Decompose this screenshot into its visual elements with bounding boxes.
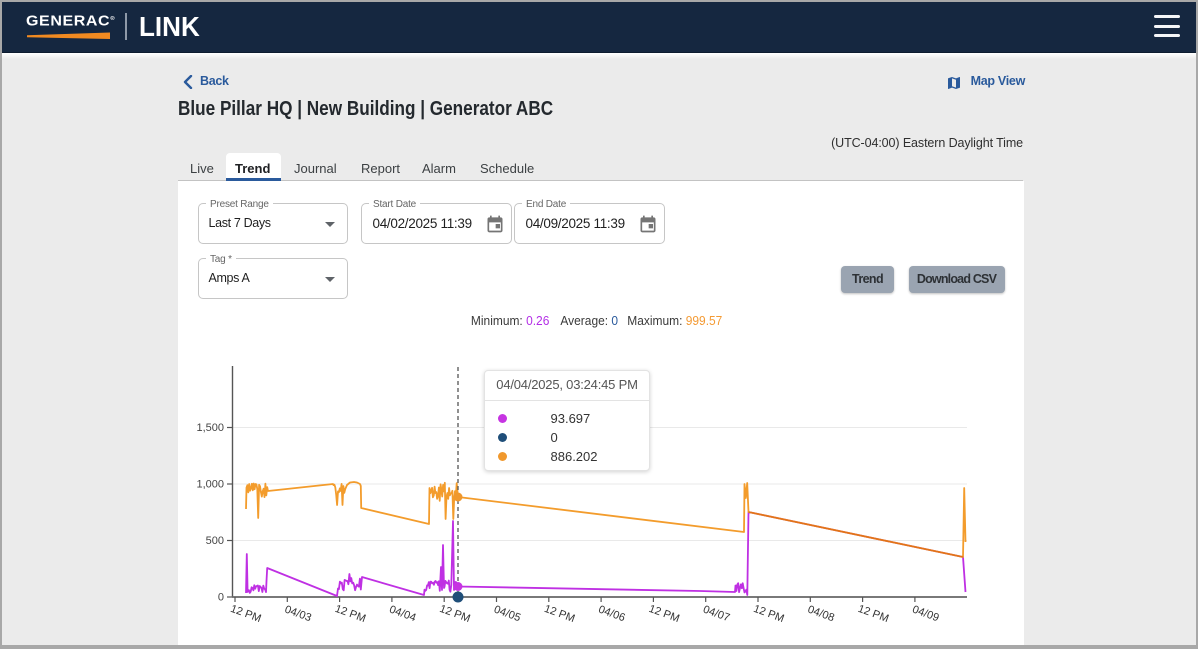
svg-text:04/08: 04/08 [806, 604, 836, 625]
svg-text:12 PM: 12 PM [856, 603, 890, 625]
svg-text:12 PM: 12 PM [647, 603, 681, 625]
svg-text:12 PM: 12 PM [229, 603, 263, 625]
svg-text:1,500: 1,500 [196, 422, 224, 434]
svg-text:500: 500 [206, 535, 224, 547]
svg-text:04/03: 04/03 [283, 604, 313, 625]
svg-text:04/07: 04/07 [701, 604, 731, 625]
svg-text:12 PM: 12 PM [542, 603, 576, 625]
svg-text:12 PM: 12 PM [333, 603, 367, 625]
svg-text:04/04: 04/04 [388, 604, 418, 625]
svg-text:0: 0 [218, 592, 224, 604]
svg-text:04/06: 04/06 [597, 604, 627, 625]
svg-text:04/05: 04/05 [492, 604, 522, 625]
svg-text:04/09: 04/09 [911, 604, 941, 625]
svg-text:12 PM: 12 PM [438, 603, 472, 625]
svg-text:12 PM: 12 PM [752, 603, 786, 625]
svg-text:1,000: 1,000 [196, 479, 224, 491]
